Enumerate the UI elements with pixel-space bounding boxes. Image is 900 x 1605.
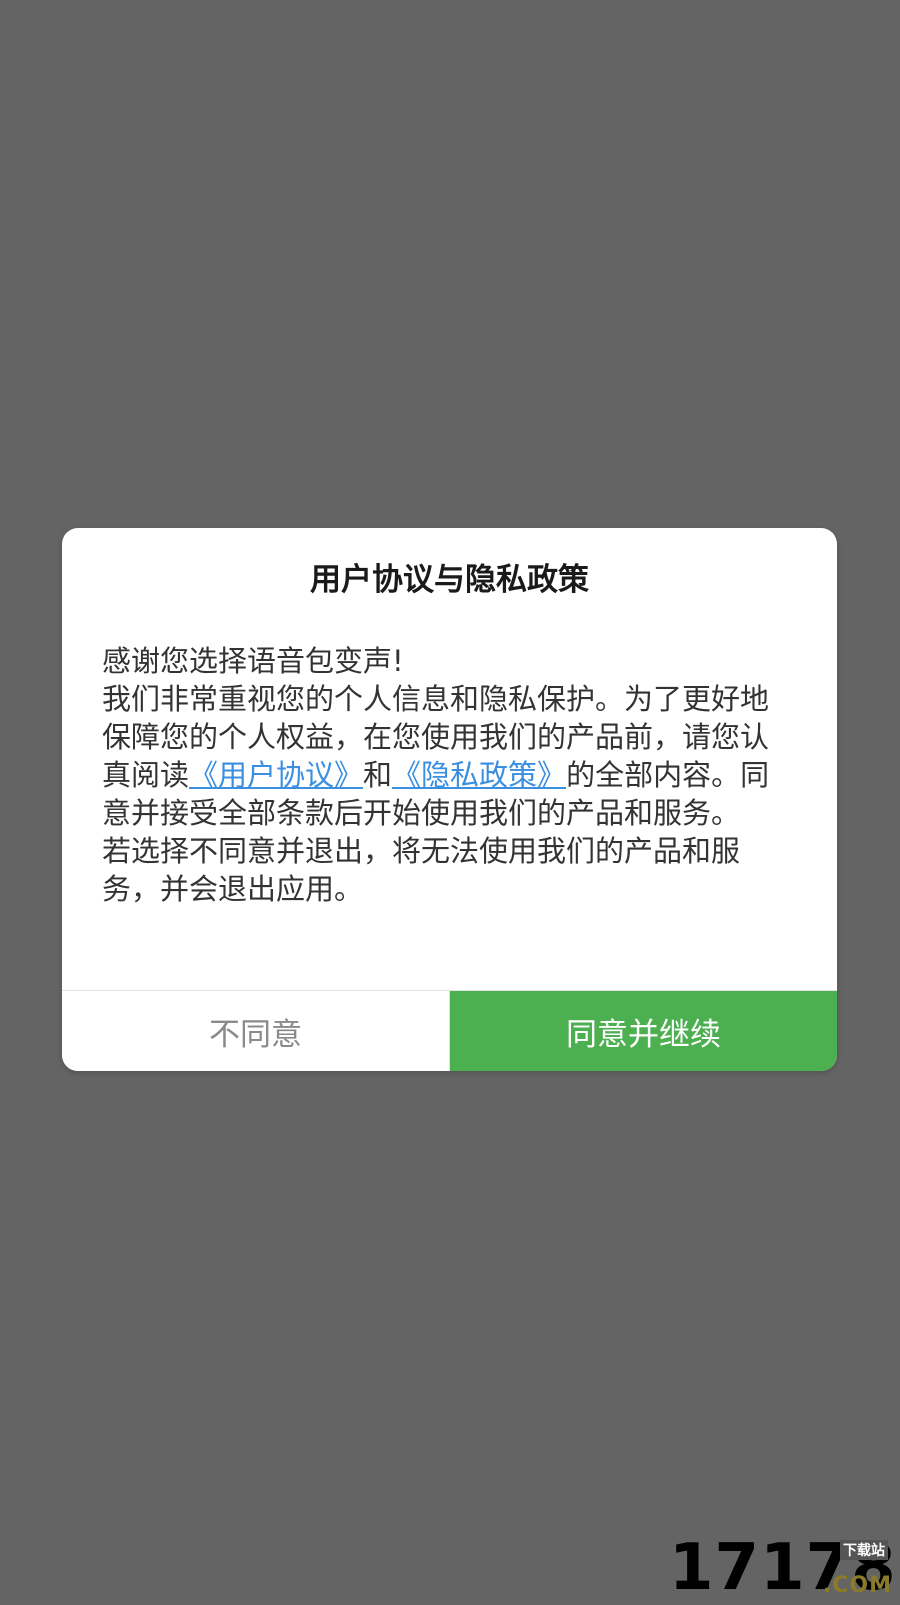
user-agreement-link[interactable]: 《用户协议》 — [189, 758, 363, 792]
watermark-domain: .COM — [822, 1573, 892, 1598]
disagree-warning-text: 若选择不同意并退出，将无法使用我们的产品和服务，并会退出应用。 — [102, 834, 741, 906]
privacy-dialog: 用户协议与隐私政策 感谢您选择语音包变声! 我们非常重视您的个人信息和隐私保护。… — [62, 528, 837, 1071]
dialog-button-row: 不同意 同意并继续 — [62, 990, 837, 1071]
watermark-logo: 17178 下载站 .COM — [669, 1536, 896, 1600]
and-text: 和 — [363, 758, 393, 792]
dialog-title: 用户协议与隐私政策 — [310, 562, 589, 598]
agree-continue-button[interactable]: 同意并继续 — [450, 991, 837, 1071]
greeting-text: 感谢您选择语音包变声! — [102, 644, 404, 678]
privacy-policy-link[interactable]: 《隐私政策》 — [392, 758, 566, 792]
disagree-button[interactable]: 不同意 — [62, 991, 450, 1071]
agreement-paragraph: 我们非常重视您的个人信息和隐私保护。为了更好地保障您的个人权益，在您使用我们的产… — [102, 680, 785, 832]
dialog-body: 感谢您选择语音包变声! 我们非常重视您的个人信息和隐私保护。为了更好地保障您的个… — [102, 642, 785, 908]
watermark-top-text: 下载站 — [840, 1540, 888, 1560]
